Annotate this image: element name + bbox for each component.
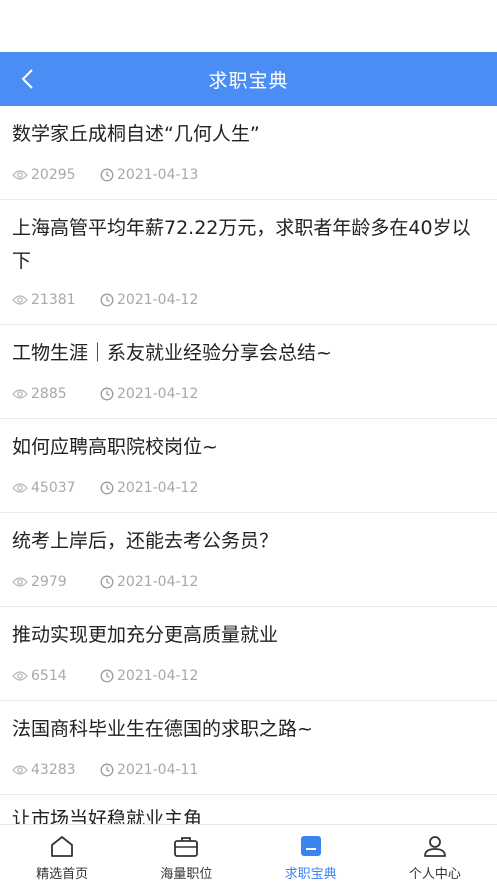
clock-icon: [100, 481, 114, 495]
publish-date: 2021-04-12: [117, 386, 199, 402]
article-meta: 2979 2021-04-12: [0, 572, 497, 592]
article-title: 统考上岸后，还能去考公务员？: [12, 530, 279, 552]
chevron-left-icon: [21, 69, 33, 89]
eye-icon: [12, 576, 28, 588]
publish-date: 2021-04-12: [117, 480, 199, 496]
article-title: 如何应聘高职院校岗位~: [12, 436, 218, 458]
eye-icon: [12, 169, 28, 181]
tab-jobs[interactable]: 海量职位: [124, 825, 248, 884]
nav-bar: 求职宝典: [0, 52, 497, 106]
bottom-tab-bar: 精选首页 海量职位 求职宝典 个人中心: [0, 824, 497, 884]
article-title: 法国商科毕业生在德国的求职之路~: [12, 718, 313, 740]
status-bar: [0, 0, 497, 52]
user-icon: [422, 833, 448, 859]
article-item[interactable]: 如何应聘高职院校岗位~ 45037 2021-04-12: [0, 419, 497, 513]
view-count: 2979: [31, 574, 67, 590]
article-item[interactable]: 统考上岸后，还能去考公务员？ 2979 2021-04-12: [0, 513, 497, 607]
publish-date: 2021-04-12: [117, 668, 199, 684]
view-count: 2885: [31, 386, 67, 402]
briefcase-icon: [173, 833, 199, 859]
view-count: 20295: [31, 167, 76, 183]
article-item[interactable]: 让市场当好稳就业主角: [0, 795, 497, 824]
eye-icon: [12, 388, 28, 400]
clock-icon: [100, 575, 114, 589]
tab-label: 精选首页: [36, 867, 89, 882]
article-meta: 2885 2021-04-12: [0, 384, 497, 404]
clock-icon: [100, 763, 114, 777]
eye-icon: [12, 294, 28, 306]
eye-icon: [12, 482, 28, 494]
article-title: 让市场当好稳就业主角: [12, 808, 203, 824]
back-button[interactable]: [10, 61, 46, 97]
view-count: 43283: [31, 762, 76, 778]
eye-icon: [12, 764, 28, 776]
article-item[interactable]: 数学家丘成桐自述“几何人生” 20295 2021-04-13: [0, 106, 497, 200]
article-title: 工物生涯｜系友就业经验分享会总结~: [12, 342, 332, 364]
eye-icon: [12, 670, 28, 682]
tab-label: 海量职位: [160, 867, 213, 882]
clock-icon: [100, 293, 114, 307]
article-item[interactable]: 法国商科毕业生在德国的求职之路~ 43283 2021-04-11: [0, 701, 497, 795]
article-title: 上海高管平均年薪72.22万元，求职者年龄多在40岁以下: [12, 217, 471, 272]
publish-date: 2021-04-13: [117, 167, 199, 183]
publish-date: 2021-04-11: [117, 762, 199, 778]
article-meta: 45037 2021-04-12: [0, 478, 497, 498]
article-title: 数学家丘成桐自述“几何人生”: [12, 123, 260, 145]
clock-icon: [100, 387, 114, 401]
article-meta: 20295 2021-04-13: [0, 165, 497, 185]
article-item[interactable]: 推动实现更加充分更高质量就业 6514 2021-04-12: [0, 607, 497, 701]
tab-label: 求职宝典: [284, 867, 337, 882]
article-meta: 6514 2021-04-12: [0, 666, 497, 686]
document-icon: [298, 833, 324, 859]
tab-label: 个人中心: [408, 867, 461, 882]
article-meta: 43283 2021-04-11: [0, 760, 497, 780]
tab-profile[interactable]: 个人中心: [373, 825, 497, 884]
publish-date: 2021-04-12: [117, 574, 199, 590]
article-item[interactable]: 上海高管平均年薪72.22万元，求职者年龄多在40岁以下 21381 2021-…: [0, 200, 497, 325]
article-meta: 21381 2021-04-12: [0, 290, 497, 310]
tab-home[interactable]: 精选首页: [0, 825, 124, 884]
view-count: 45037: [31, 480, 76, 496]
clock-icon: [100, 168, 114, 182]
page-title: 求职宝典: [208, 69, 289, 92]
view-count: 6514: [31, 668, 67, 684]
view-count: 21381: [31, 292, 76, 308]
article-title: 推动实现更加充分更高质量就业: [12, 624, 279, 646]
clock-icon: [100, 669, 114, 683]
article-list[interactable]: 数学家丘成桐自述“几何人生” 20295 2021-04-13 上海高管平均年薪…: [0, 106, 497, 824]
home-icon: [49, 833, 75, 859]
publish-date: 2021-04-12: [117, 292, 199, 308]
tab-career-guide[interactable]: 求职宝典: [249, 825, 373, 884]
article-item[interactable]: 工物生涯｜系友就业经验分享会总结~ 2885 2021-04-12: [0, 325, 497, 419]
